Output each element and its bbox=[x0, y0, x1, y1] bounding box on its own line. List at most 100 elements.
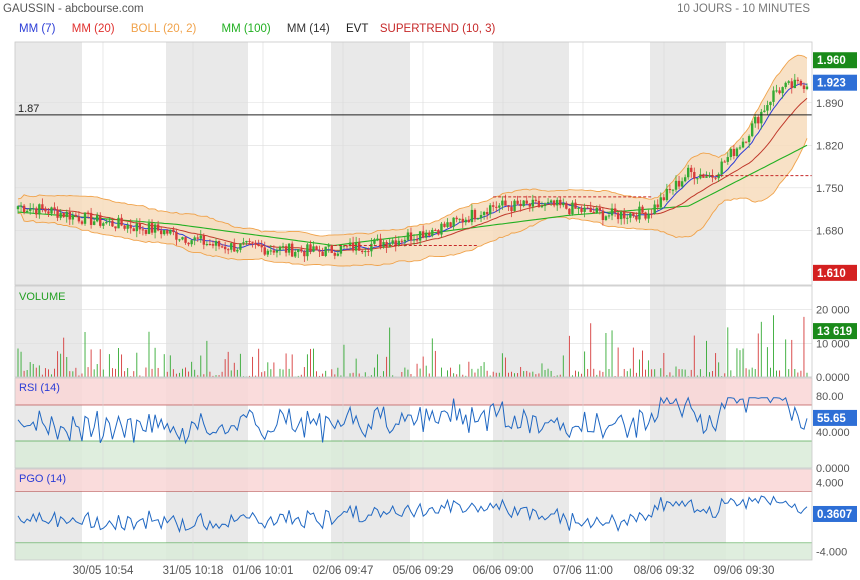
candle-body bbox=[409, 232, 413, 241]
candle-body bbox=[415, 239, 419, 241]
candle-body bbox=[595, 207, 599, 214]
candle-body bbox=[690, 167, 693, 173]
y-tick-label: -4.000 bbox=[816, 546, 847, 558]
candle-body bbox=[275, 250, 279, 253]
candle-body bbox=[373, 239, 376, 244]
candle-body bbox=[223, 246, 227, 250]
reference-line-label: 1.87 bbox=[18, 103, 39, 115]
candle-body bbox=[757, 117, 760, 124]
candle-body bbox=[482, 212, 486, 216]
candle-body bbox=[586, 207, 589, 209]
y-tick-label: 1.750 bbox=[816, 183, 844, 195]
candle-body bbox=[92, 221, 96, 225]
candle-body bbox=[220, 246, 224, 248]
candle-body bbox=[766, 105, 769, 111]
candle-body bbox=[498, 205, 501, 208]
candle-body bbox=[458, 218, 461, 220]
candle-body bbox=[495, 206, 498, 208]
candle-body bbox=[230, 243, 233, 250]
y-tick-label: 40.000 bbox=[816, 427, 850, 439]
candle-body bbox=[744, 141, 748, 143]
pgo-panel-title: PGO (14) bbox=[19, 473, 66, 485]
candle-body bbox=[528, 203, 531, 207]
candle-body bbox=[294, 252, 297, 257]
x-tick-label: 02/06 09:47 bbox=[313, 565, 374, 577]
candle-body bbox=[361, 250, 364, 253]
candle-body bbox=[74, 214, 78, 217]
candle-body bbox=[217, 241, 221, 247]
candle-body bbox=[504, 200, 507, 206]
candle-body bbox=[662, 197, 666, 201]
period-label: 10 JOURS - 10 MINUTES bbox=[677, 3, 810, 15]
candle-body bbox=[56, 209, 59, 218]
candle-body bbox=[619, 211, 623, 220]
candle-body bbox=[714, 177, 717, 179]
candle-body bbox=[522, 200, 525, 207]
candle-body bbox=[400, 240, 404, 242]
candle-body bbox=[738, 147, 742, 149]
candle-body bbox=[163, 230, 166, 235]
candle-body bbox=[696, 178, 699, 180]
candle-body bbox=[257, 244, 260, 247]
y-tick-label: 1.680 bbox=[816, 225, 844, 237]
candle-body bbox=[476, 217, 480, 220]
candle-body bbox=[650, 213, 653, 215]
x-tick-label: 09/06 09:30 bbox=[714, 565, 775, 577]
candle-body bbox=[644, 212, 647, 219]
value-badges: 1.960 1.923 1.610 13 619 55.65 0.3607 bbox=[813, 52, 857, 522]
candle-body bbox=[659, 197, 662, 208]
candle-body bbox=[723, 161, 726, 163]
candle-body bbox=[309, 244, 312, 252]
candle-body bbox=[284, 246, 288, 253]
candle-body bbox=[562, 203, 565, 206]
value-badge-label: 55.65 bbox=[817, 413, 846, 425]
candle-body bbox=[674, 180, 678, 190]
candle-body bbox=[680, 181, 684, 187]
candle-body bbox=[59, 212, 62, 218]
candle-body bbox=[129, 225, 132, 229]
candle-body bbox=[549, 200, 553, 203]
legend-item: BOLL (20, 2) bbox=[131, 23, 197, 35]
candle-body bbox=[324, 246, 327, 256]
candle-body bbox=[382, 242, 385, 248]
candle-body bbox=[735, 148, 739, 157]
candle-body bbox=[592, 211, 595, 214]
candle-body bbox=[266, 250, 269, 255]
candle-body bbox=[616, 212, 620, 220]
y-tick-label: 1.820 bbox=[816, 140, 844, 152]
candle-body bbox=[604, 216, 608, 220]
candle-body bbox=[479, 215, 483, 218]
candle-body bbox=[175, 231, 178, 240]
candle-body bbox=[226, 249, 230, 251]
candle-body bbox=[287, 243, 291, 253]
candle-body bbox=[327, 244, 330, 247]
candle-body bbox=[507, 205, 510, 208]
candle-body bbox=[760, 111, 763, 124]
candle-body bbox=[656, 204, 659, 208]
candle-body bbox=[778, 90, 781, 94]
candle-body bbox=[135, 223, 139, 232]
candle-body bbox=[589, 207, 592, 212]
candle-body bbox=[351, 242, 355, 251]
candle-body bbox=[339, 245, 343, 254]
candle-body bbox=[641, 206, 644, 213]
candle-body bbox=[370, 243, 373, 252]
candle-body bbox=[668, 188, 672, 191]
candle-body bbox=[156, 224, 160, 231]
candle-body bbox=[464, 219, 468, 223]
candle-body bbox=[260, 246, 263, 248]
candle-body bbox=[488, 205, 492, 215]
candle-body bbox=[150, 223, 154, 233]
candle-body bbox=[428, 232, 431, 236]
candle-body bbox=[333, 252, 337, 256]
value-badge-label: 1.610 bbox=[817, 268, 846, 280]
candle-body bbox=[193, 237, 196, 241]
candle-body bbox=[123, 225, 126, 229]
x-tick-label: 07/06 11:00 bbox=[553, 565, 613, 577]
candle-body bbox=[367, 251, 370, 253]
candle-body bbox=[62, 212, 65, 218]
candle-body bbox=[763, 110, 766, 112]
candle-body bbox=[159, 230, 163, 235]
candle-body bbox=[19, 205, 23, 207]
candle-body bbox=[28, 208, 32, 211]
